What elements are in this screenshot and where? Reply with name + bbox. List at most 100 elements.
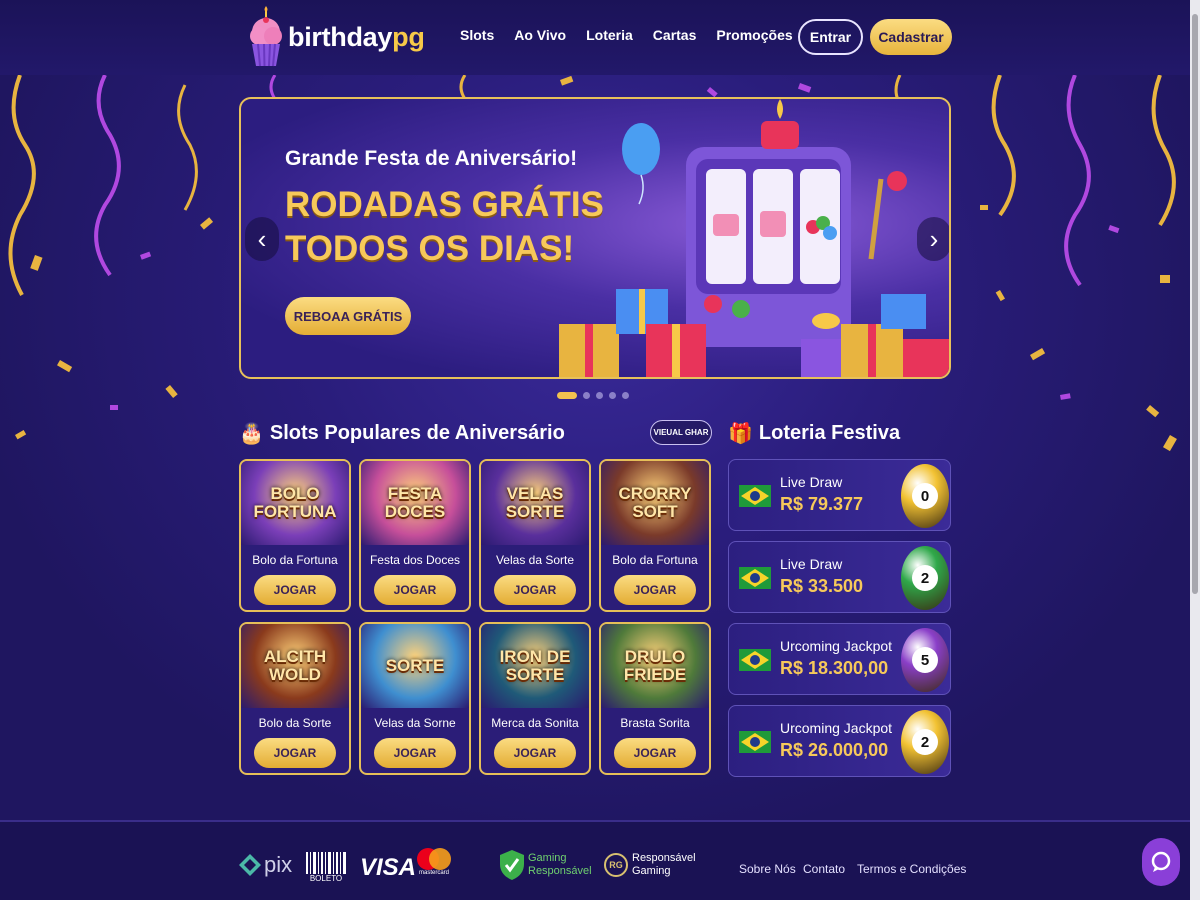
- shield-check-icon: [500, 850, 524, 880]
- banner-cta-button[interactable]: REBOAA GRÁTIS: [285, 297, 411, 335]
- lottery-card[interactable]: Urcoming Jackpot R$ 18.300,00 5: [728, 623, 951, 695]
- rg-icon: RG: [604, 853, 628, 877]
- lottery-amount: R$ 18.300,00: [780, 658, 889, 678]
- footer-link-termos[interactable]: Termos e Condições: [857, 862, 966, 876]
- slots-section-title: 🎂 Slots Populares de Aniversário: [239, 421, 565, 446]
- slots-grid: BOLO FORTUNA Bolo da Fortuna JOGAR FESTA DOCE…: [239, 459, 713, 775]
- game-card[interactable]: SORTE Velas da Sorne JOGAR: [359, 622, 471, 775]
- page-scrollbar[interactable]: [1190, 0, 1200, 900]
- game-name: Velas da Sorne: [374, 716, 456, 730]
- game-card[interactable]: ALCITH WOLD Bolo da Sorte JOGAR: [239, 622, 351, 775]
- main-navigation: Slots Ao Vivo Loteria Cartas Promoções: [460, 27, 813, 43]
- register-button[interactable]: Cadastrar: [870, 19, 952, 55]
- boleto-logo: BOLETO: [306, 852, 346, 883]
- brazil-flag-icon: [739, 731, 771, 753]
- visa-logo: VISA: [360, 854, 417, 881]
- game-card[interactable]: VELAS SORTE Velas da Sorte JOGAR: [479, 459, 591, 612]
- chat-bubble-icon: [1151, 851, 1171, 872]
- game-thumbnail[interactable]: SORTE: [361, 624, 469, 708]
- game-thumbnail[interactable]: IRON DE SORTE: [481, 624, 589, 708]
- mastercard-icon: [417, 848, 451, 870]
- rg-responsible-badge: RG Responsável Gaming: [604, 852, 696, 878]
- banner-next-button[interactable]: ›: [917, 217, 949, 261]
- login-button[interactable]: Entrar: [798, 19, 863, 55]
- lottery-ball-number: 5: [912, 647, 938, 673]
- nav-ao-vivo[interactable]: Ao Vivo: [514, 27, 566, 43]
- nav-loteria[interactable]: Loteria: [586, 27, 633, 43]
- lottery-card[interactable]: Urcoming Jackpot R$ 26.000,00 2: [728, 705, 951, 777]
- site-logo[interactable]: birthdaypg: [248, 6, 425, 68]
- game-name: Bolo da Fortuna: [252, 553, 338, 567]
- lottery-title-text: Loteria Festiva: [758, 422, 901, 444]
- mastercard-logo: mastercard: [416, 848, 452, 876]
- carousel-dot-2[interactable]: [583, 392, 590, 399]
- lottery-amount: R$ 33.500: [780, 576, 864, 596]
- play-button[interactable]: JOGAR: [374, 575, 456, 605]
- game-thumbnail[interactable]: DRULO FRIEDE: [601, 624, 709, 708]
- game-thumbnail[interactable]: FESTA DOCES: [361, 461, 469, 545]
- footer-link-contato[interactable]: Contato: [803, 862, 845, 876]
- lottery-amount: R$ 26.000,00: [780, 740, 889, 760]
- footer-link-sobre-nos[interactable]: Sobre Nós: [739, 862, 796, 876]
- game-card[interactable]: BOLO FORTUNA Bolo da Fortuna JOGAR: [239, 459, 351, 612]
- carousel-dot-3[interactable]: [596, 392, 603, 399]
- cupcake-icon: [250, 6, 282, 67]
- game-thumbnail[interactable]: ALCITH WOLD: [241, 624, 349, 708]
- slots-title-text: Slots Populares de Aniversário: [269, 422, 565, 444]
- chevron-right-icon: ›: [929, 223, 939, 254]
- carousel-dot-4[interactable]: [609, 392, 616, 399]
- view-all-button[interactable]: VIEUAL GHAR: [650, 420, 712, 445]
- lottery-label: Urcoming Jackpot: [780, 720, 893, 736]
- gift-icon: 🎁: [728, 423, 753, 445]
- banner-prev-button[interactable]: ‹: [245, 217, 279, 261]
- gaming-responsible-badge: Gaming Responsável: [500, 850, 592, 880]
- carousel-dot-1[interactable]: [557, 392, 577, 399]
- live-chat-button[interactable]: [1142, 838, 1180, 886]
- lottery-list: Live Draw R$ 79.377 0 Live Draw R$ 33.500 2 Ur…: [728, 459, 951, 787]
- lottery-ball: 2: [901, 710, 949, 774]
- chevron-left-icon: ‹: [257, 223, 267, 254]
- lottery-label: Live Draw: [780, 474, 843, 490]
- scrollbar-thumb[interactable]: [1192, 14, 1198, 594]
- cake-icon: 🎂: [239, 423, 264, 445]
- play-button[interactable]: JOGAR: [494, 738, 576, 768]
- game-name: Merca da Sonita: [491, 716, 579, 730]
- nav-cartas[interactable]: Cartas: [653, 27, 697, 43]
- play-button[interactable]: JOGAR: [494, 575, 576, 605]
- play-button[interactable]: JOGAR: [254, 738, 336, 768]
- pix-icon: [239, 854, 261, 876]
- nav-promocoes[interactable]: Promoções: [716, 27, 792, 43]
- nav-slots[interactable]: Slots: [460, 27, 494, 43]
- banner-subtitle: Grande Festa de Aniversário!: [285, 147, 578, 170]
- lottery-card[interactable]: Live Draw R$ 79.377 0: [728, 459, 951, 531]
- play-button[interactable]: JOGAR: [374, 738, 456, 768]
- lottery-ball: 0: [901, 464, 949, 528]
- promo-banner[interactable]: Grande Festa de Aniversário! RODADAS GRÁ…: [239, 97, 951, 379]
- play-button[interactable]: JOGAR: [614, 575, 696, 605]
- game-name: Brasta Sorita: [620, 716, 690, 730]
- game-name: Bolo da Sorte: [258, 716, 332, 730]
- game-thumbnail[interactable]: CRORRY SOFT: [601, 461, 709, 545]
- game-card[interactable]: CRORRY SOFT Bolo da Fortuna JOGAR: [599, 459, 711, 612]
- carousel-dot-5[interactable]: [622, 392, 629, 399]
- lottery-ball-number: 0: [912, 483, 938, 509]
- play-button[interactable]: JOGAR: [254, 575, 336, 605]
- brazil-flag-icon: [739, 567, 771, 589]
- game-card[interactable]: FESTA DOCES Festa dos Doces JOGAR: [359, 459, 471, 612]
- carousel-indicators: [557, 392, 629, 399]
- game-thumbnail[interactable]: VELAS SORTE: [481, 461, 589, 545]
- banner-headline: RODADAS GRÁTIS TODOS OS DIAS!: [285, 183, 604, 271]
- banner-headline-line2: TODOS OS DIAS!: [285, 229, 575, 268]
- lottery-ball-number: 2: [912, 729, 938, 755]
- lottery-ball-number: 2: [912, 565, 938, 591]
- brazil-flag-icon: [739, 649, 771, 671]
- game-card[interactable]: DRULO FRIEDE Brasta Sorita JOGAR: [599, 622, 711, 775]
- lottery-card[interactable]: Live Draw R$ 33.500 2: [728, 541, 951, 613]
- game-card[interactable]: IRON DE SORTE Merca da Sonita JOGAR: [479, 622, 591, 775]
- lottery-section-title: 🎁 Loteria Festiva: [728, 421, 900, 446]
- lottery-label: Urcoming Jackpot: [780, 638, 893, 654]
- lottery-ball: 2: [901, 546, 949, 610]
- game-thumbnail[interactable]: BOLO FORTUNA: [241, 461, 349, 545]
- footer: pix BOLETO VISA mastercard Gaming Respon…: [0, 820, 1200, 900]
- play-button[interactable]: JOGAR: [614, 738, 696, 768]
